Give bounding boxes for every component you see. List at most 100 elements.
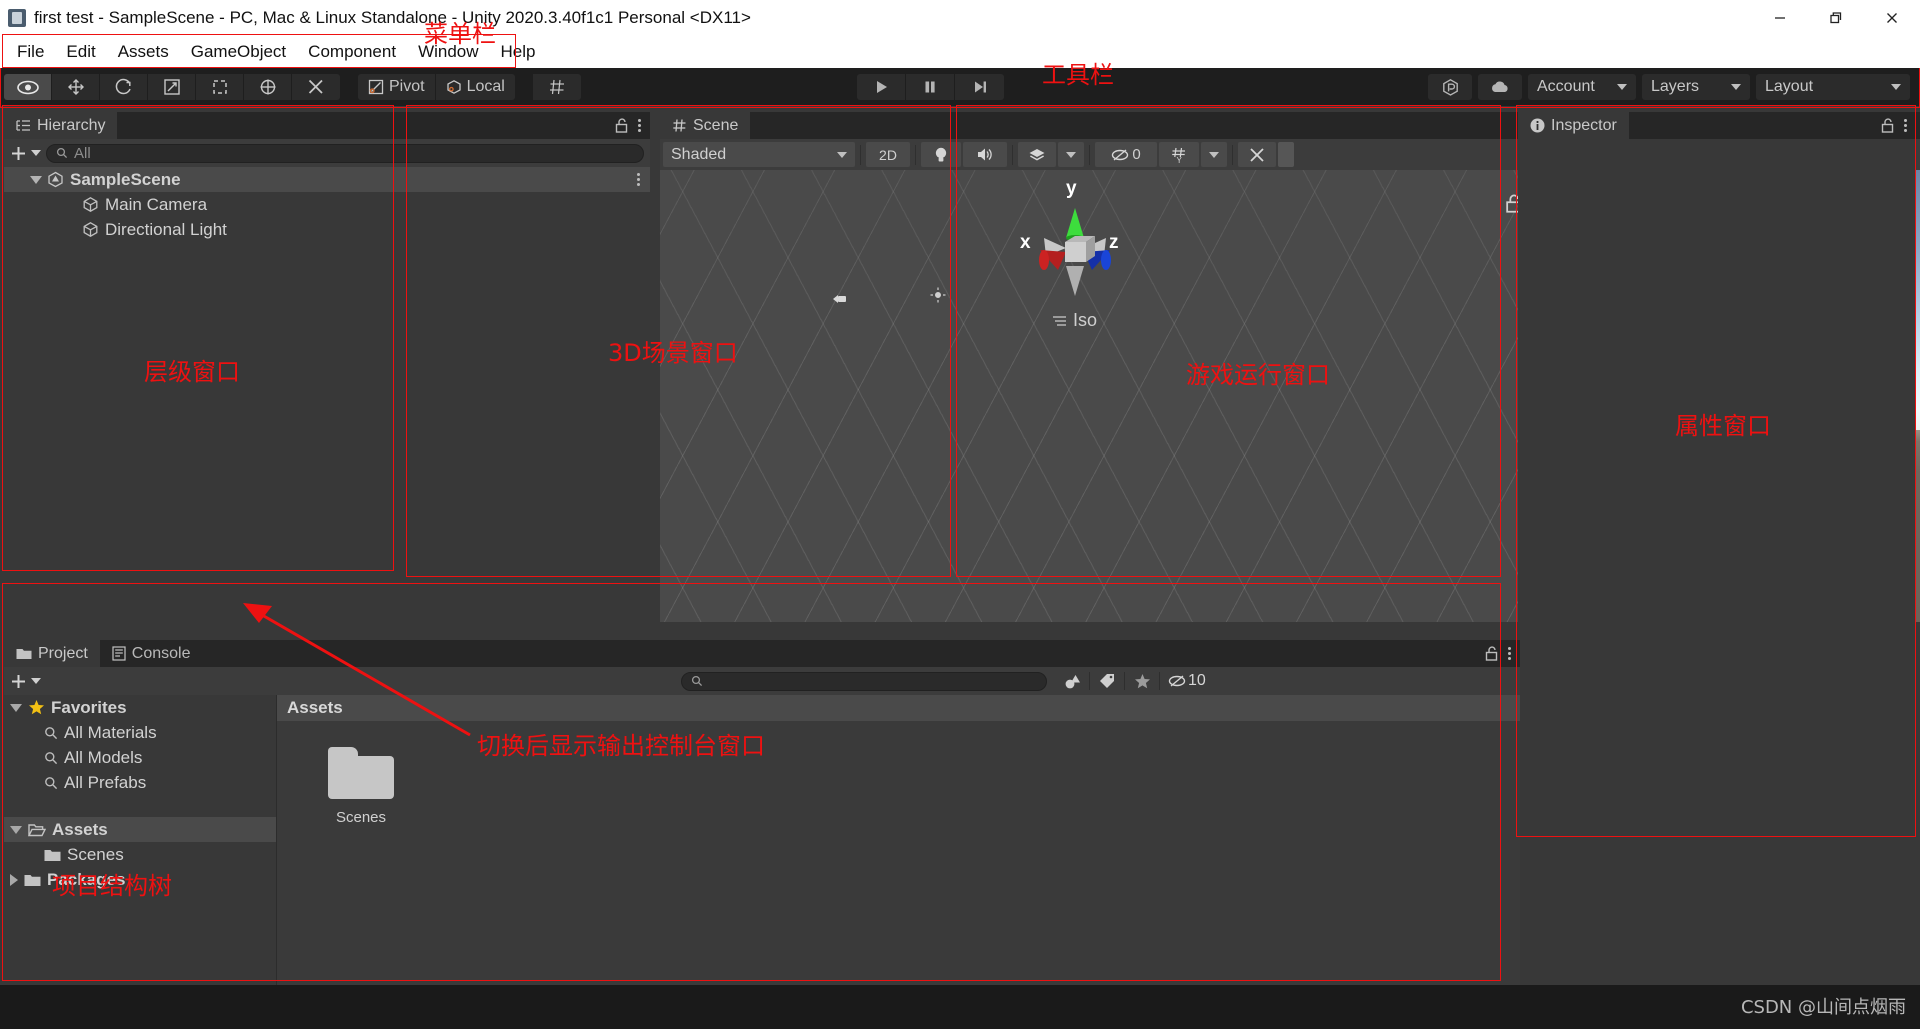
menu-item-edit[interactable]: Edit: [55, 39, 106, 65]
project-hidden-objects-toggle[interactable]: 10: [1160, 672, 1214, 690]
hierarchy-row-samplescene[interactable]: SampleScene: [4, 167, 650, 192]
inspector-tabrow: Inspector: [1518, 112, 1916, 139]
tab-inspector[interactable]: Inspector: [1518, 112, 1629, 139]
favorites-star-icon[interactable]: [1125, 673, 1159, 690]
menu-item-gameobject[interactable]: GameObject: [180, 39, 297, 65]
menu-item-window[interactable]: Window: [407, 39, 489, 65]
hand-tool-button[interactable]: [4, 74, 52, 100]
project-hidden-count: 10: [1188, 672, 1206, 689]
folder-icon: [44, 849, 61, 861]
scene-gizmos-toggle[interactable]: [1238, 142, 1276, 167]
project-tab-actions: [1485, 640, 1520, 667]
minimize-icon[interactable]: [1752, 0, 1808, 36]
project-menu-icon[interactable]: [1508, 647, 1511, 660]
watermark-text: CSDN @山间点烟雨: [1740, 997, 1906, 1018]
hierarchy-menu-icon[interactable]: [638, 119, 641, 132]
window-titlebar: first test - SampleScene - PC, Mac & Lin…: [0, 0, 1920, 36]
menu-item-help[interactable]: Help: [490, 39, 547, 65]
rotate-tool-button[interactable]: [100, 74, 148, 100]
scene-camera-gizmo[interactable]: [832, 292, 850, 306]
restore-icon[interactable]: [1808, 0, 1864, 36]
inspector-body[interactable]: [1518, 139, 1916, 1025]
move-tool-button[interactable]: [52, 74, 100, 100]
expand-triangle-icon[interactable]: [10, 703, 22, 712]
lock-icon[interactable]: [1881, 118, 1894, 133]
scene-grid-dropdown[interactable]: [1201, 142, 1227, 167]
tree-row-assets[interactable]: Assets: [4, 817, 276, 842]
folder-icon: [328, 747, 394, 799]
tab-hierarchy-label: Hierarchy: [37, 116, 106, 134]
local-toggle-button[interactable]: Local: [435, 74, 515, 100]
expand-triangle-icon[interactable]: [10, 873, 18, 886]
scene-grid-toggle[interactable]: Y: [1159, 142, 1199, 167]
layers-dropdown[interactable]: Layers: [1642, 74, 1750, 100]
toolbar-right-group: Account Layers Layout: [1428, 74, 1910, 100]
pivot-toggle-button[interactable]: Pivot: [358, 74, 436, 100]
tab-console[interactable]: Console: [99, 640, 203, 667]
rect-tool-button[interactable]: [196, 74, 244, 100]
transform-tool-button[interactable]: [244, 74, 292, 100]
expand-triangle-icon[interactable]: [10, 825, 22, 834]
lock-icon[interactable]: [1485, 646, 1498, 661]
inspector-menu-icon[interactable]: [1904, 119, 1907, 132]
custom-editor-tool-button[interactable]: [292, 74, 340, 100]
scene-audio-toggle[interactable]: [963, 142, 1007, 167]
project-body: Favorites All Materials All Models All P…: [4, 695, 1520, 1025]
gameobject-cube-icon: [83, 222, 98, 237]
statusbar: CSDN @山间点烟雨: [0, 985, 1920, 1029]
hierarchy-tabrow: Hierarchy: [4, 112, 650, 139]
layout-dropdown[interactable]: Layout: [1756, 74, 1910, 100]
tree-row-packages[interactable]: Packages: [4, 867, 276, 892]
scene-hidden-objects-toggle[interactable]: 0: [1095, 142, 1157, 167]
expand-triangle-icon[interactable]: [30, 175, 42, 184]
scene-lighting-toggle[interactable]: [921, 142, 961, 167]
create-asset-button[interactable]: [10, 673, 41, 690]
grid-y-icon: Y: [1172, 147, 1185, 164]
project-search-input[interactable]: [681, 671, 1047, 691]
tree-row-label: Favorites: [51, 697, 127, 717]
scene-shading-dropdown[interactable]: Shaded: [663, 142, 855, 167]
cloud-icon[interactable]: [1478, 74, 1522, 100]
hierarchy-row-directional-light[interactable]: Directional Light: [4, 217, 650, 242]
menu-item-file[interactable]: File: [6, 39, 55, 65]
scene-viewport[interactable]: y x z Iso: [660, 170, 1548, 622]
scene-orientation-gizmo[interactable]: y x z Iso: [996, 170, 1156, 340]
tree-row-label: All Materials: [64, 722, 157, 742]
tree-row-favorites[interactable]: Favorites: [4, 695, 276, 720]
hierarchy-row-main-camera[interactable]: Main Camera: [4, 192, 650, 217]
scene-overflow-handle[interactable]: [1278, 142, 1294, 167]
account-dropdown[interactable]: Account: [1528, 74, 1636, 100]
menu-item-assets[interactable]: Assets: [107, 39, 180, 65]
hierarchy-row-menu-icon[interactable]: [637, 173, 640, 186]
scene-fx-toggle[interactable]: [1018, 142, 1056, 167]
menu-item-component[interactable]: Component: [297, 39, 407, 65]
pause-button[interactable]: [906, 74, 955, 100]
info-icon: [1530, 118, 1545, 133]
tree-row-all-prefabs[interactable]: All Prefabs: [4, 770, 276, 795]
close-icon[interactable]: [1864, 0, 1920, 36]
tree-row-all-materials[interactable]: All Materials: [4, 720, 276, 745]
collab-icon[interactable]: [1428, 74, 1472, 100]
scene-fx-dropdown[interactable]: [1058, 142, 1084, 167]
scene-2d-toggle[interactable]: 2D: [866, 142, 910, 167]
filter-by-label-icon[interactable]: [1090, 673, 1124, 689]
gizmo-projection-toggle[interactable]: Iso: [1052, 310, 1097, 331]
filter-by-type-icon[interactable]: [1055, 673, 1089, 690]
scene-hidden-count: 0: [1132, 146, 1141, 163]
tree-row-scenes[interactable]: Scenes: [4, 842, 276, 867]
tab-scene[interactable]: Scene: [660, 112, 751, 139]
step-button[interactable]: [955, 74, 1004, 100]
console-icon: [112, 646, 126, 661]
scene-light-gizmo[interactable]: [930, 287, 946, 303]
create-gameobject-button[interactable]: [10, 145, 41, 162]
tab-project[interactable]: Project: [4, 640, 100, 667]
grid-snap-icon[interactable]: [532, 74, 581, 100]
hierarchy-search-input[interactable]: All: [46, 143, 644, 163]
scale-tool-button[interactable]: [148, 74, 196, 100]
lock-icon[interactable]: [615, 118, 628, 133]
asset-item-scenes[interactable]: Scenes: [313, 747, 409, 826]
tree-row-all-models[interactable]: All Models: [4, 745, 276, 770]
tab-hierarchy[interactable]: Hierarchy: [4, 112, 118, 139]
play-button[interactable]: [857, 74, 906, 100]
fx-layers-icon: [1029, 148, 1045, 160]
